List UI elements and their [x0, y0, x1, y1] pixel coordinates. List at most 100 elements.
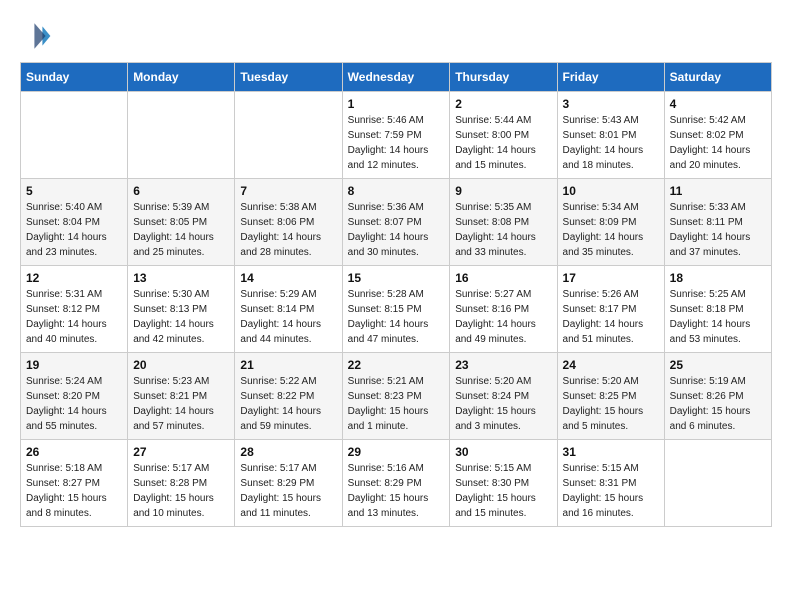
day-info: Sunrise: 5:17 AM Sunset: 8:29 PM Dayligh…: [240, 461, 336, 521]
calendar-day-12: 12 Sunrise: 5:31 AM Sunset: 8:12 PM Dayli…: [21, 266, 128, 353]
header: [20, 20, 772, 52]
calendar-empty-cell: [128, 92, 235, 179]
logo: [20, 20, 58, 52]
calendar-week-row: 19Sunrise: 5:24 AM Sunset: 8:20 PM Dayli…: [21, 353, 772, 440]
day-number: 13: [133, 271, 229, 285]
day-number: 18: [670, 271, 766, 285]
day-number: 14: [240, 271, 336, 285]
weekday-header-tuesday: Tuesday: [235, 63, 342, 92]
day-info: Sunrise: 5:22 AM Sunset: 8:22 PM Dayligh…: [240, 374, 336, 434]
day-number: 27: [133, 445, 229, 459]
day-info: Sunrise: 5:15 AM Sunset: 8:31 PM Dayligh…: [563, 461, 659, 521]
day-number: 25: [670, 358, 766, 372]
day-number: 2: [455, 97, 551, 111]
day-info: Sunrise: 5:26 AM Sunset: 8:17 PM Dayligh…: [563, 287, 659, 347]
day-number: 24: [563, 358, 659, 372]
calendar-day-28: 28 Sunrise: 5:17 AM Sunset: 8:29 PM Dayli…: [235, 440, 342, 527]
day-info: Sunrise: 5:38 AM Sunset: 8:06 PM Dayligh…: [240, 200, 336, 260]
day-number: 28: [240, 445, 336, 459]
calendar-day-18: 18 Sunrise: 5:25 AM Sunset: 8:18 PM Dayli…: [664, 266, 771, 353]
calendar-day-31: 31Sunrise: 5:15 AM Sunset: 8:31 PM Dayli…: [557, 440, 664, 527]
calendar-day-30: 30 Sunrise: 5:15 AM Sunset: 8:30 PM Dayli…: [450, 440, 557, 527]
page: SundayMondayTuesdayWednesdayThursdayFrid…: [0, 0, 792, 537]
calendar-day-26: 26 Sunrise: 5:18 AM Sunset: 8:27 PM Dayli…: [21, 440, 128, 527]
calendar-day-7: 7 Sunrise: 5:38 AM Sunset: 8:06 PM Daylig…: [235, 179, 342, 266]
day-number: 4: [670, 97, 766, 111]
calendar-week-row: 1 Sunrise: 5:46 AM Sunset: 7:59 PM Daylig…: [21, 92, 772, 179]
calendar-day-16: 16Sunrise: 5:27 AM Sunset: 8:16 PM Dayli…: [450, 266, 557, 353]
calendar-day-27: 27 Sunrise: 5:17 AM Sunset: 8:28 PM Dayli…: [128, 440, 235, 527]
day-info: Sunrise: 5:35 AM Sunset: 8:08 PM Dayligh…: [455, 200, 551, 260]
day-number: 22: [348, 358, 445, 372]
day-info: Sunrise: 5:31 AM Sunset: 8:12 PM Dayligh…: [26, 287, 122, 347]
weekday-header-saturday: Saturday: [664, 63, 771, 92]
day-info: Sunrise: 5:16 AM Sunset: 8:29 PM Dayligh…: [348, 461, 445, 521]
calendar-day-21: 21 Sunrise: 5:22 AM Sunset: 8:22 PM Dayli…: [235, 353, 342, 440]
calendar: SundayMondayTuesdayWednesdayThursdayFrid…: [20, 62, 772, 527]
day-number: 16: [455, 271, 551, 285]
day-number: 1: [348, 97, 445, 111]
day-info: Sunrise: 5:44 AM Sunset: 8:00 PM Dayligh…: [455, 113, 551, 173]
calendar-day-3: 3Sunrise: 5:43 AM Sunset: 8:01 PM Daylig…: [557, 92, 664, 179]
calendar-day-4: 4 Sunrise: 5:42 AM Sunset: 8:02 PM Daylig…: [664, 92, 771, 179]
day-info: Sunrise: 5:28 AM Sunset: 8:15 PM Dayligh…: [348, 287, 445, 347]
calendar-day-24: 24Sunrise: 5:20 AM Sunset: 8:25 PM Dayli…: [557, 353, 664, 440]
day-info: Sunrise: 5:19 AM Sunset: 8:26 PM Dayligh…: [670, 374, 766, 434]
day-number: 9: [455, 184, 551, 198]
day-info: Sunrise: 5:25 AM Sunset: 8:18 PM Dayligh…: [670, 287, 766, 347]
calendar-day-10: 10 Sunrise: 5:34 AM Sunset: 8:09 PM Dayli…: [557, 179, 664, 266]
day-number: 12: [26, 271, 122, 285]
calendar-week-row: 12 Sunrise: 5:31 AM Sunset: 8:12 PM Dayli…: [21, 266, 772, 353]
calendar-day-1: 1 Sunrise: 5:46 AM Sunset: 7:59 PM Daylig…: [342, 92, 450, 179]
calendar-day-23: 23 Sunrise: 5:20 AM Sunset: 8:24 PM Dayli…: [450, 353, 557, 440]
day-number: 8: [348, 184, 445, 198]
day-number: 23: [455, 358, 551, 372]
day-info: Sunrise: 5:40 AM Sunset: 8:04 PM Dayligh…: [26, 200, 122, 260]
weekday-header-thursday: Thursday: [450, 63, 557, 92]
day-number: 17: [563, 271, 659, 285]
calendar-day-2: 2 Sunrise: 5:44 AM Sunset: 8:00 PM Daylig…: [450, 92, 557, 179]
calendar-day-17: 17 Sunrise: 5:26 AM Sunset: 8:17 PM Dayli…: [557, 266, 664, 353]
day-number: 5: [26, 184, 122, 198]
logo-icon: [20, 20, 52, 52]
day-number: 3: [563, 97, 659, 111]
calendar-empty-cell: [21, 92, 128, 179]
calendar-day-19: 19Sunrise: 5:24 AM Sunset: 8:20 PM Dayli…: [21, 353, 128, 440]
day-info: Sunrise: 5:24 AM Sunset: 8:20 PM Dayligh…: [26, 374, 122, 434]
calendar-empty-cell: [664, 440, 771, 527]
day-info: Sunrise: 5:15 AM Sunset: 8:30 PM Dayligh…: [455, 461, 551, 521]
calendar-empty-cell: [235, 92, 342, 179]
day-number: 7: [240, 184, 336, 198]
calendar-header-row: SundayMondayTuesdayWednesdayThursdayFrid…: [21, 63, 772, 92]
day-info: Sunrise: 5:46 AM Sunset: 7:59 PM Dayligh…: [348, 113, 445, 173]
calendar-day-11: 11Sunrise: 5:33 AM Sunset: 8:11 PM Dayli…: [664, 179, 771, 266]
calendar-week-row: 5 Sunrise: 5:40 AM Sunset: 8:04 PM Daylig…: [21, 179, 772, 266]
day-info: Sunrise: 5:20 AM Sunset: 8:24 PM Dayligh…: [455, 374, 551, 434]
day-number: 6: [133, 184, 229, 198]
day-info: Sunrise: 5:34 AM Sunset: 8:09 PM Dayligh…: [563, 200, 659, 260]
weekday-header-wednesday: Wednesday: [342, 63, 450, 92]
day-info: Sunrise: 5:29 AM Sunset: 8:14 PM Dayligh…: [240, 287, 336, 347]
calendar-day-13: 13 Sunrise: 5:30 AM Sunset: 8:13 PM Dayli…: [128, 266, 235, 353]
calendar-week-row: 26 Sunrise: 5:18 AM Sunset: 8:27 PM Dayli…: [21, 440, 772, 527]
calendar-day-14: 14 Sunrise: 5:29 AM Sunset: 8:14 PM Dayli…: [235, 266, 342, 353]
day-number: 10: [563, 184, 659, 198]
weekday-header-friday: Friday: [557, 63, 664, 92]
day-number: 20: [133, 358, 229, 372]
day-info: Sunrise: 5:30 AM Sunset: 8:13 PM Dayligh…: [133, 287, 229, 347]
day-number: 15: [348, 271, 445, 285]
day-number: 21: [240, 358, 336, 372]
day-number: 11: [670, 184, 766, 198]
day-number: 29: [348, 445, 445, 459]
day-number: 26: [26, 445, 122, 459]
weekday-header-monday: Monday: [128, 63, 235, 92]
day-info: Sunrise: 5:23 AM Sunset: 8:21 PM Dayligh…: [133, 374, 229, 434]
calendar-day-15: 15 Sunrise: 5:28 AM Sunset: 8:15 PM Dayli…: [342, 266, 450, 353]
day-info: Sunrise: 5:17 AM Sunset: 8:28 PM Dayligh…: [133, 461, 229, 521]
calendar-day-25: 25 Sunrise: 5:19 AM Sunset: 8:26 PM Dayli…: [664, 353, 771, 440]
day-info: Sunrise: 5:18 AM Sunset: 8:27 PM Dayligh…: [26, 461, 122, 521]
day-info: Sunrise: 5:39 AM Sunset: 8:05 PM Dayligh…: [133, 200, 229, 260]
day-info: Sunrise: 5:42 AM Sunset: 8:02 PM Dayligh…: [670, 113, 766, 173]
calendar-day-22: 22Sunrise: 5:21 AM Sunset: 8:23 PM Dayli…: [342, 353, 450, 440]
day-number: 30: [455, 445, 551, 459]
